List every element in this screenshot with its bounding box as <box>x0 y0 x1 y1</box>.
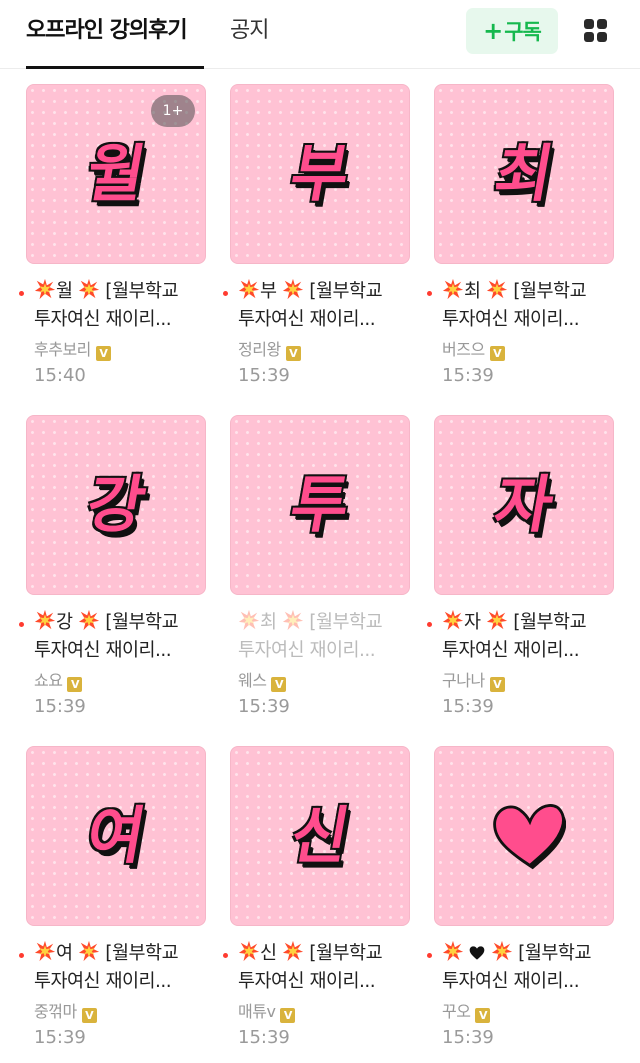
verified-badge-icon: V <box>67 677 83 692</box>
new-post-dot <box>427 291 432 296</box>
post-time: 15:39 <box>238 696 290 717</box>
post-title[interactable]: 부 [월부학교 투자여신 재이리... <box>238 278 410 334</box>
plus-icon: + <box>483 17 503 45</box>
collision-icon <box>282 940 304 962</box>
board-header: 오프라인 강의후기 공지 +구독 <box>0 0 640 69</box>
author-name[interactable]: 웨스 V <box>238 667 287 692</box>
collision-icon <box>238 609 260 631</box>
post-time: 15:39 <box>34 1027 86 1048</box>
verified-badge-icon: V <box>81 1008 97 1023</box>
thumbnail-text: 자 <box>489 468 560 541</box>
post-title[interactable]: [월부학교 투자여신 재이리... <box>442 940 614 996</box>
tab-offline-lecture-reviews[interactable]: 오프라인 강의후기 <box>26 0 204 69</box>
thumbnail-text: 최 <box>489 137 560 210</box>
subscribe-label: 구독 <box>504 20 542 44</box>
post-thumbnail[interactable]: 자 <box>434 415 614 595</box>
verified-badge-icon: V <box>95 346 111 361</box>
post-thumbnail[interactable]: 부 <box>230 84 410 264</box>
post-title[interactable]: 강 [월부학교 투자여신 재이리... <box>34 609 206 665</box>
new-post-dot <box>427 953 432 958</box>
post-time: 15:40 <box>34 365 86 386</box>
collision-icon <box>486 609 508 631</box>
post-time: 15:39 <box>442 1027 494 1048</box>
post-thumbnail[interactable]: 여 <box>26 746 206 926</box>
thumbnail-text: 부 <box>285 137 356 210</box>
author-name[interactable]: 구나나 V <box>442 667 505 692</box>
thumbnail-text: 투 <box>285 468 356 541</box>
post-time: 15:39 <box>442 365 494 386</box>
thumbnail-text: 여 <box>81 799 152 872</box>
author-name[interactable]: 꾸오 V <box>442 998 491 1023</box>
comment-count-badge: 1+ <box>151 95 195 127</box>
collision-icon <box>78 940 100 962</box>
post-title[interactable]: 자 [월부학교 투자여신 재이리... <box>442 609 614 665</box>
author-name[interactable]: 후추보리 V <box>34 336 111 361</box>
thumbnail-text: 신 <box>285 799 356 872</box>
post-title[interactable]: 월 [월부학교 투자여신 재이리... <box>34 278 206 334</box>
post-thumbnail[interactable]: 강 <box>26 415 206 595</box>
thumbnail-text: 강 <box>81 468 152 541</box>
post-thumbnail[interactable]: 최 <box>434 84 614 264</box>
verified-badge-icon: V <box>489 677 505 692</box>
post-thumbnail[interactable]: 월 1+ <box>26 84 206 264</box>
collision-icon <box>282 278 304 300</box>
verified-badge-icon: V <box>271 677 287 692</box>
post-time: 15:39 <box>238 365 290 386</box>
post-time: 15:39 <box>442 696 494 717</box>
new-post-dot <box>223 291 228 296</box>
collision-icon <box>78 609 100 631</box>
collision-icon <box>34 940 56 962</box>
author-name[interactable]: 정리왕 V <box>238 336 301 361</box>
new-post-dot <box>223 953 228 958</box>
collision-icon <box>491 940 512 962</box>
collision-icon <box>34 609 56 631</box>
subscribe-button[interactable]: +구독 <box>466 8 558 54</box>
new-post-dot <box>19 622 24 627</box>
post-thumbnail[interactable] <box>434 746 614 926</box>
author-name[interactable]: 중꺾마 V <box>34 998 97 1023</box>
author-name[interactable]: 쇼요 V <box>34 667 83 692</box>
author-name[interactable]: 버즈으 V <box>442 336 505 361</box>
post-title[interactable]: 신 [월부학교 투자여신 재이리... <box>238 940 410 996</box>
author-name[interactable]: 매튜v V <box>238 998 296 1023</box>
verified-badge-icon: V <box>280 1008 296 1023</box>
verified-badge-icon: V <box>285 346 301 361</box>
collision-icon <box>238 940 260 962</box>
post-time: 15:39 <box>34 696 86 717</box>
collision-icon <box>282 609 304 631</box>
post-time: 15:39 <box>238 1027 290 1048</box>
collision-icon <box>442 940 464 962</box>
collision-icon <box>78 278 100 300</box>
tab-notice[interactable]: 공지 <box>230 0 269 68</box>
collision-icon <box>442 278 464 300</box>
post-thumbnail[interactable]: 신 <box>230 746 410 926</box>
new-post-dot <box>427 622 432 627</box>
heart-icon <box>493 804 566 870</box>
verified-badge-icon: V <box>489 346 505 361</box>
post-title[interactable]: 여 [월부학교 투자여신 재이리... <box>34 940 206 996</box>
post-thumbnail[interactable]: 투 <box>230 415 410 595</box>
new-post-dot <box>19 953 24 958</box>
post-title[interactable]: 최 [월부학교 투자여신 재이리... <box>442 278 614 334</box>
post-title[interactable]: 최 [월부학교 투자여신 재이리... <box>238 609 410 665</box>
new-post-dot <box>19 291 24 296</box>
collision-icon <box>486 278 508 300</box>
black-heart-icon <box>470 946 485 960</box>
grid-view-icon[interactable] <box>584 19 608 43</box>
collision-icon <box>238 278 260 300</box>
collision-icon <box>442 609 464 631</box>
collision-icon <box>34 278 56 300</box>
verified-badge-icon: V <box>475 1008 491 1023</box>
